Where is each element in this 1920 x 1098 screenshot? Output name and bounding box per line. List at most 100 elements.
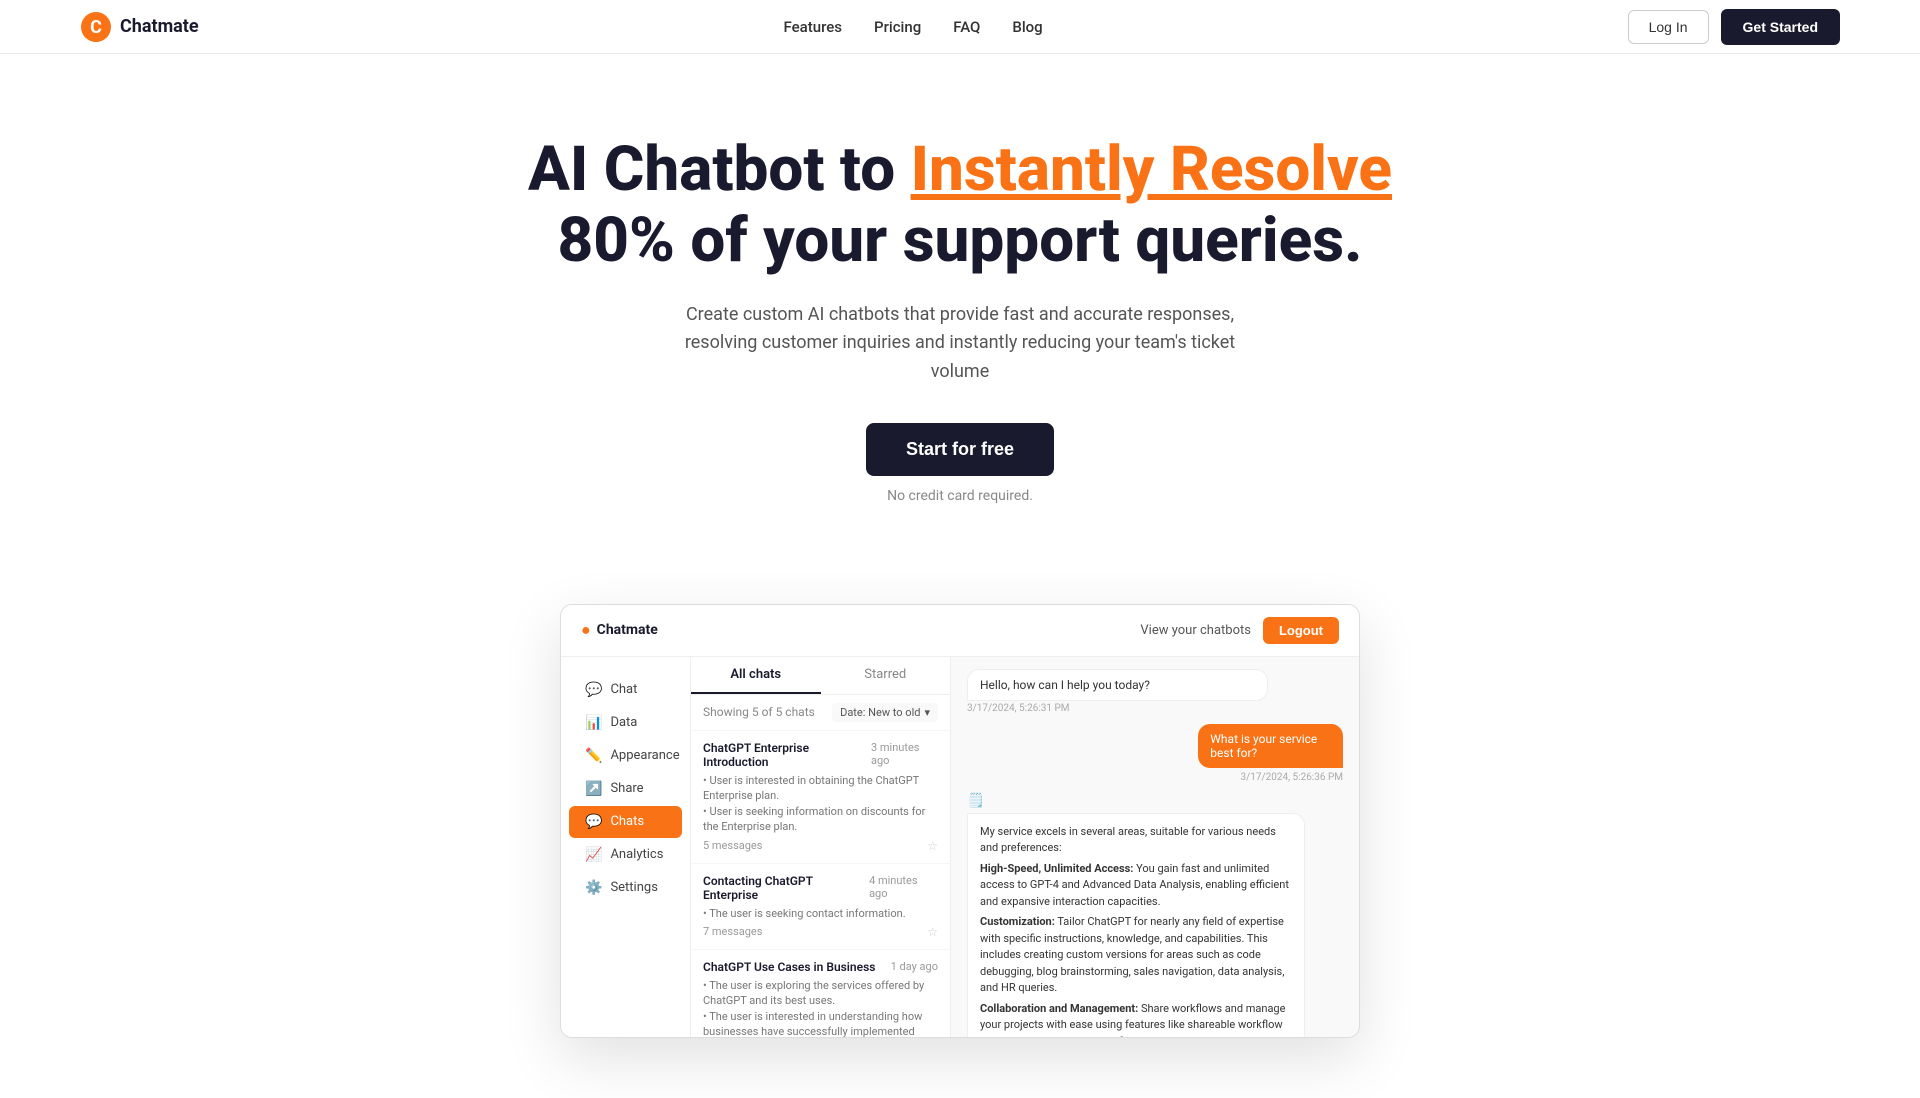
msg-sent-wrapper: What is your service best for? 3/17/2024… — [1162, 724, 1343, 783]
hero-title-part2: 80% of your support queries. — [558, 204, 1363, 277]
chat-tabs: All chats Starred — [691, 657, 950, 695]
chat-item-3[interactable]: ChatGPT Use Cases in Business 1 day ago … — [691, 950, 950, 1038]
logo[interactable]: C Chatmate — [80, 11, 199, 43]
app-logo-text: Chatmate — [597, 622, 658, 638]
app-preview: ● Chatmate View your chatbots Logout 💬 C… — [560, 604, 1360, 1038]
app-sidebar: 💬 Chat 📊 Data ✏️ Appearance ↗️ Share 💬 — [561, 657, 691, 1037]
hero-section: AI Chatbot to Instantly Resolve 80% of y… — [0, 54, 1920, 564]
sidebar-item-settings[interactable]: ⚙️ Settings — [569, 872, 682, 904]
chat-messages: Hello, how can I help you today? 3/17/20… — [951, 657, 1359, 1037]
msg-sent: What is your service best for? — [1198, 724, 1343, 768]
chat-list-header: Showing 5 of 5 chats Date: New to old ▾ — [691, 695, 950, 731]
view-chatbots-link[interactable]: View your chatbots — [1140, 623, 1251, 638]
sidebar-label-analytics: Analytics — [610, 847, 663, 862]
nav-blog[interactable]: Blog — [1012, 18, 1042, 36]
chat-title-2: Contacting ChatGPT Enterprise — [703, 874, 869, 902]
response-intro: My service excels in several areas, suit… — [980, 824, 1292, 857]
sidebar-item-chat[interactable]: 💬 Chat — [569, 674, 682, 706]
sidebar-label-chat: Chat — [610, 682, 637, 697]
chat-desc-3: • The user is exploring the services off… — [703, 978, 938, 1038]
response-bold-1: Customization: — [980, 915, 1055, 928]
share-icon: ↗️ — [585, 781, 602, 797]
start-free-button[interactable]: Start for free — [866, 423, 1054, 476]
logout-button[interactable]: Logout — [1263, 617, 1339, 644]
nav-pricing[interactable]: Pricing — [874, 18, 921, 36]
chat-item-1[interactable]: ChatGPT Enterprise Introduction 3 minute… — [691, 731, 950, 864]
tab-all-chats[interactable]: All chats — [691, 657, 821, 694]
appearance-icon: ✏️ — [585, 748, 602, 764]
nav-features[interactable]: Features — [784, 18, 842, 36]
hero-title-part1: AI Chatbot to — [528, 133, 911, 206]
app-preview-container: ● Chatmate View your chatbots Logout 💬 C… — [0, 564, 1920, 1098]
analytics-icon: 📈 — [585, 847, 602, 863]
hero-cta-wrapper: Start for free No credit card required. — [20, 423, 1900, 504]
sidebar-item-appearance[interactable]: ✏️ Appearance — [569, 740, 682, 772]
msg-response: My service excels in several areas, suit… — [967, 813, 1305, 1037]
chat-bullet-3-1: • The user is interested in understandin… — [703, 1009, 938, 1038]
sidebar-item-chats[interactable]: 💬 Chats — [569, 806, 682, 838]
no-credit-text: No credit card required. — [20, 488, 1900, 504]
settings-icon: ⚙️ — [585, 880, 602, 896]
chat-msgs-1: 5 messages — [703, 839, 762, 852]
hero-title: AI Chatbot to Instantly Resolve 80% of y… — [510, 134, 1410, 277]
response-avatar-icon: 🗒️ — [967, 793, 1343, 809]
chat-bullet-2-0: • The user is seeking contact informatio… — [703, 906, 938, 921]
chat-icon: 💬 — [585, 682, 602, 698]
response-point-1: Customization: Tailor ChatGPT for nearly… — [980, 914, 1292, 997]
chat-count-text: Showing 5 of 5 chats — [703, 705, 815, 719]
app-logo-icon: ● — [581, 620, 591, 640]
chat-time-3: 1 day ago — [891, 960, 938, 973]
date-filter-label: Date: New to old — [840, 706, 920, 719]
response-bold-0: High-Speed, Unlimited Access: — [980, 862, 1133, 875]
star-icon-1[interactable]: ☆ — [927, 839, 938, 853]
chat-title-3: ChatGPT Use Cases in Business — [703, 960, 875, 974]
app-body: 💬 Chat 📊 Data ✏️ Appearance ↗️ Share 💬 — [561, 657, 1359, 1037]
sidebar-label-chats: Chats — [610, 814, 644, 829]
logo-text: Chatmate — [120, 16, 199, 37]
chat-time-2: 4 minutes ago — [869, 874, 938, 900]
navbar: C Chatmate Features Pricing FAQ Blog Log… — [0, 0, 1920, 54]
navbar-actions: Log In Get Started — [1628, 9, 1840, 45]
nav-faq[interactable]: FAQ — [953, 18, 980, 36]
date-filter[interactable]: Date: New to old ▾ — [832, 703, 938, 722]
get-started-button[interactable]: Get Started — [1721, 9, 1840, 45]
chat-item-2[interactable]: Contacting ChatGPT Enterprise 4 minutes … — [691, 864, 950, 950]
hero-title-highlight: Instantly Resolve — [911, 133, 1392, 206]
chat-bullet-1-1: • User is seeking information on discoun… — [703, 804, 938, 835]
msg-sent-time: 3/17/2024, 5:26:36 PM — [1240, 772, 1343, 783]
chat-list-panel: All chats Starred Showing 5 of 5 chats D… — [691, 657, 951, 1037]
data-icon: 📊 — [585, 715, 602, 731]
sidebar-label-share: Share — [610, 781, 643, 796]
sidebar-item-share[interactable]: ↗️ Share — [569, 773, 682, 805]
tab-starred[interactable]: Starred — [821, 657, 951, 694]
logo-icon: C — [80, 11, 112, 43]
chat-desc-2: • The user is seeking contact informatio… — [703, 906, 938, 921]
chat-bullet-3-0: • The user is exploring the services off… — [703, 978, 938, 1009]
navbar-links: Features Pricing FAQ Blog — [784, 18, 1043, 36]
chat-panel: Hello, how can I help you today? 3/17/20… — [951, 657, 1359, 1037]
chat-msgs-2: 7 messages — [703, 925, 762, 938]
chats-icon: 💬 — [585, 814, 602, 830]
chevron-down-icon: ▾ — [924, 706, 930, 719]
app-topbar: ● Chatmate View your chatbots Logout — [561, 605, 1359, 657]
msg-received-time: 3/17/2024, 5:26:31 PM — [967, 703, 1343, 714]
response-point-2: Collaboration and Management: Share work… — [980, 1001, 1292, 1037]
msg-received-wrapper: Hello, how can I help you today? 3/17/20… — [967, 669, 1343, 714]
hero-subtitle: Create custom AI chatbots that provide f… — [680, 301, 1240, 387]
chat-title-1: ChatGPT Enterprise Introduction — [703, 741, 871, 769]
sidebar-item-data[interactable]: 📊 Data — [569, 707, 682, 739]
response-bold-2: Collaboration and Management: — [980, 1002, 1138, 1015]
msg-received: Hello, how can I help you today? — [967, 669, 1268, 701]
login-button[interactable]: Log In — [1628, 10, 1709, 44]
msg-response-wrapper: 🗒️ My service excels in several areas, s… — [967, 793, 1343, 1037]
app-logo: ● Chatmate — [581, 620, 658, 640]
sidebar-label-appearance: Appearance — [610, 748, 679, 763]
sidebar-item-analytics[interactable]: 📈 Analytics — [569, 839, 682, 871]
chat-bullet-1-0: • User is interested in obtaining the Ch… — [703, 773, 938, 804]
app-topbar-actions: View your chatbots Logout — [1140, 617, 1339, 644]
response-point-0: High-Speed, Unlimited Access: You gain f… — [980, 861, 1292, 911]
chat-time-1: 3 minutes ago — [871, 741, 938, 767]
chat-desc-1: • User is interested in obtaining the Ch… — [703, 773, 938, 835]
star-icon-2[interactable]: ☆ — [927, 925, 938, 939]
sidebar-label-settings: Settings — [610, 880, 657, 895]
